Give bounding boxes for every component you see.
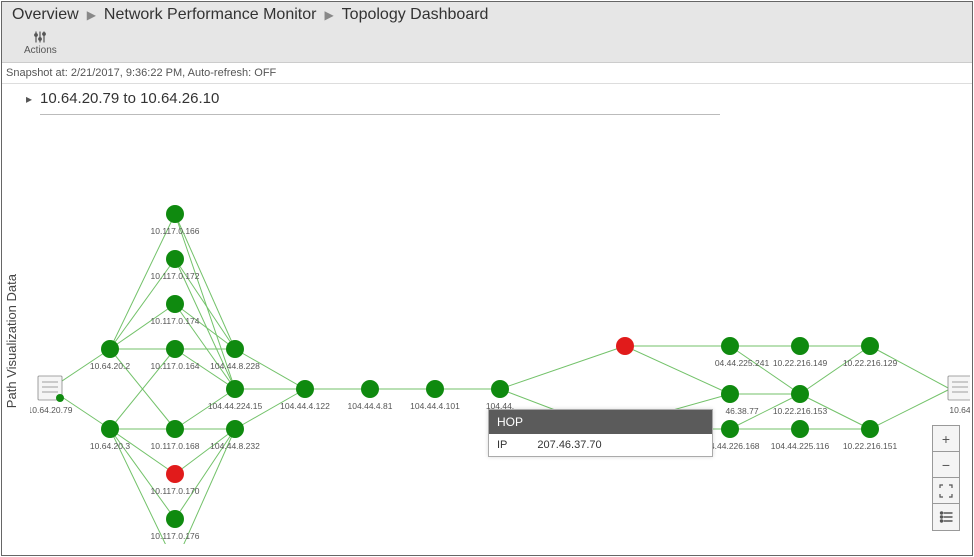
topology-node[interactable] (166, 340, 184, 358)
topology-edge (110, 429, 175, 474)
topology-node-label: 104.44.224.15 (208, 401, 263, 411)
source-host-label: 10.64.20.79 (30, 405, 73, 415)
breadcrumb: Overview ▶ Network Performance Monitor ▶… (12, 6, 962, 24)
topology-node[interactable] (861, 420, 879, 438)
topology-node-label: 10.22.216.129 (843, 358, 898, 368)
topology-node[interactable] (101, 420, 119, 438)
topology-node-label: 10.117.0.170 (151, 486, 200, 496)
topology-node-label: 104.44.225.116 (771, 441, 830, 451)
breadcrumb-npm[interactable]: Network Performance Monitor (104, 6, 317, 24)
topology-node-label: 10.64.20.3 (90, 441, 130, 451)
breadcrumb-overview[interactable]: Overview (12, 6, 79, 24)
topology-node[interactable] (361, 380, 379, 398)
topology-edge (500, 346, 625, 389)
topology-node-label: 104.44.4.81 (348, 401, 393, 411)
topology-node[interactable] (166, 510, 184, 528)
topology-node-label: 10.117.0.166 (151, 226, 200, 236)
actions-button[interactable]: Actions (24, 30, 57, 56)
topology-node[interactable] (166, 295, 184, 313)
topology-node[interactable] (721, 420, 739, 438)
actions-label: Actions (24, 45, 57, 56)
topology-edge (870, 389, 950, 429)
topology-node-label: 104.44.8.228 (210, 361, 260, 371)
topology-node[interactable] (226, 380, 244, 398)
zoom-out-button[interactable]: − (933, 452, 959, 478)
topology-graph[interactable]: 10.64.20.79 10.64 10.64.20.2 10.64.20.3 10… (30, 124, 970, 544)
topology-node-label: 10.64.20.2 (90, 361, 130, 371)
topology-node[interactable] (491, 380, 509, 398)
page-title: 10.64.20.79 to 10.64.26.10 (40, 90, 219, 107)
dest-host-icon[interactable]: 10.64 (948, 376, 970, 415)
sliders-icon (33, 30, 47, 44)
topology-edge (175, 429, 235, 474)
topology-node[interactable] (226, 340, 244, 358)
topology-node-label: 10.22.216.151 (843, 441, 898, 451)
topology-edge (730, 346, 800, 394)
topology-edge (625, 346, 730, 394)
topology-node[interactable] (226, 420, 244, 438)
topology-node[interactable] (166, 420, 184, 438)
topology-node-label: 10.117.0.174 (151, 316, 200, 326)
topology-node-label: 104.44.4.101 (410, 401, 460, 411)
title-underline (40, 114, 720, 115)
tooltip-ip-label: IP (497, 439, 507, 451)
topology-node[interactable] (426, 380, 444, 398)
zoom-in-button[interactable]: + (933, 426, 959, 452)
dest-host-label: 10.64 (949, 405, 970, 415)
topology-node[interactable] (861, 337, 879, 355)
topology-node[interactable] (616, 337, 634, 355)
topology-node[interactable] (791, 385, 809, 403)
side-panel-title: Path Visualization Data (4, 274, 19, 408)
fit-screen-button[interactable] (933, 478, 959, 504)
topology-node-label: 10.117.0.168 (151, 441, 200, 451)
topology-node-label: 10.117.0.172 (151, 271, 200, 281)
topology-node[interactable] (166, 205, 184, 223)
topology-node-label: 46.38.77 (725, 406, 758, 416)
topology-edge (110, 304, 175, 349)
topology-node[interactable] (166, 465, 184, 483)
topology-node[interactable] (791, 337, 809, 355)
topology-edge (175, 304, 235, 349)
topology-node-label: 10.22.216.153 (773, 406, 828, 416)
topology-node-label: 104.44.4.122 (280, 401, 330, 411)
topology-node-label: 04.44.225.241 (715, 358, 770, 368)
expand-panel-button[interactable]: ▸ (26, 92, 32, 106)
hop-tooltip: HOP IP 207.46.37.70 (488, 409, 713, 457)
topology-node[interactable] (296, 380, 314, 398)
tooltip-ip-value: 207.46.37.70 (537, 439, 601, 451)
topology-node-label: 10.117.0.176 (151, 531, 200, 541)
topology-node-label: 104.44.8.232 (210, 441, 260, 451)
zoom-controls: + − (932, 425, 960, 531)
topology-node[interactable] (721, 385, 739, 403)
snapshot-status-text: Snapshot at: 2/21/2017, 9:36:22 PM, Auto… (2, 63, 972, 84)
chevron-right-icon: ▶ (322, 8, 335, 22)
list-view-button[interactable] (933, 504, 959, 530)
topology-node[interactable] (101, 340, 119, 358)
topology-node[interactable] (166, 250, 184, 268)
breadcrumb-topology[interactable]: Topology Dashboard (342, 6, 489, 24)
topology-node[interactable] (721, 337, 739, 355)
tooltip-header: HOP (489, 410, 712, 434)
topology-node[interactable] (791, 420, 809, 438)
source-host-icon[interactable]: 10.64.20.79 (30, 376, 73, 415)
chevron-right-icon: ▶ (85, 8, 98, 22)
topology-edge (800, 346, 870, 394)
topology-node-label: 10.22.216.149 (773, 358, 828, 368)
topology-node-label: 10.117.0.164 (151, 361, 200, 371)
